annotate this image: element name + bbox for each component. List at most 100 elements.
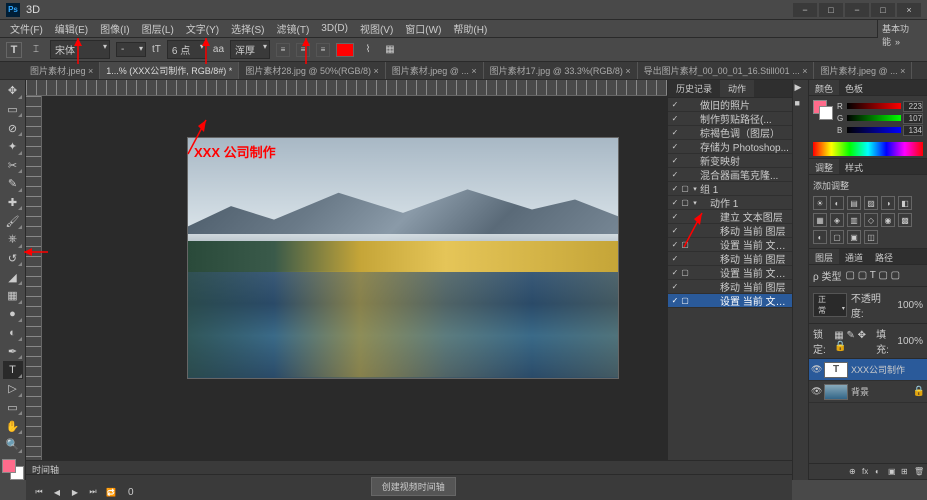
- adjustment-icon[interactable]: ◫: [864, 230, 878, 244]
- stamp-tool[interactable]: ⎈: [3, 231, 23, 249]
- action-row[interactable]: ✓移动 当前 图层: [668, 224, 792, 238]
- blend-mode-dropdown[interactable]: 正常: [813, 293, 847, 317]
- timeline-prev-button[interactable]: ◀: [50, 486, 64, 498]
- menu-文件(F)[interactable]: 文件(F): [4, 19, 49, 38]
- eraser-tool[interactable]: ◢: [3, 268, 23, 286]
- timeline-next-button[interactable]: ⏭: [86, 486, 100, 498]
- document-tab[interactable]: 图片素材.jpeg @ ... ×: [386, 62, 484, 79]
- menu-滤镜(T)[interactable]: 滤镜(T): [271, 19, 316, 38]
- play-button[interactable]: ■: [795, 98, 807, 110]
- minimize2-button[interactable]: −: [845, 3, 869, 17]
- panel-tab-动作[interactable]: 动作: [720, 80, 754, 97]
- brush-tool[interactable]: 🖌: [3, 212, 23, 230]
- font-family-dropdown[interactable]: 宋体: [50, 40, 110, 59]
- minimize-button[interactable]: −: [793, 3, 817, 17]
- action-row[interactable]: ✓移动 当前 图层: [668, 252, 792, 266]
- menu-文字(Y)[interactable]: 文字(Y): [180, 19, 225, 38]
- timeline-loop-button[interactable]: 🔁: [104, 486, 118, 498]
- align-center-button[interactable]: ≡: [296, 43, 310, 57]
- document-tab[interactable]: 导出图片素材_00_00_01_16.Still001 ... ×: [638, 62, 815, 79]
- menu-视图(V)[interactable]: 视图(V): [354, 19, 399, 38]
- adjustment-icon[interactable]: ◐: [830, 196, 844, 210]
- layers-footer-button[interactable]: ▣: [888, 467, 898, 476]
- color-slider-R[interactable]: [847, 103, 901, 109]
- wand-tool[interactable]: ✦: [3, 138, 23, 156]
- action-row[interactable]: ✓▢设置 当前 文本...: [668, 266, 792, 280]
- adjustment-icon[interactable]: ▦: [813, 213, 827, 227]
- shape-tool[interactable]: ▭: [3, 399, 23, 417]
- close-button[interactable]: ×: [897, 3, 921, 17]
- panel-tab-颜色[interactable]: 颜色: [809, 80, 839, 95]
- maximize-button[interactable]: □: [819, 3, 843, 17]
- panel-tab-色板[interactable]: 色板: [839, 80, 869, 95]
- horizontal-ruler[interactable]: [26, 80, 667, 96]
- action-row[interactable]: ✓▢▾动作 1: [668, 196, 792, 210]
- text-color-swatch[interactable]: [336, 43, 354, 57]
- type-tool[interactable]: T: [3, 361, 23, 379]
- document-tab[interactable]: 图片素材28.jpg @ 50%(RGB/8) ×: [239, 62, 385, 79]
- adjustment-icon[interactable]: ▥: [847, 213, 861, 227]
- visibility-icon[interactable]: 👁: [811, 364, 821, 375]
- adjustment-icon[interactable]: ▣: [847, 230, 861, 244]
- color-slider-G[interactable]: [847, 115, 901, 121]
- crop-tool[interactable]: ✂: [3, 157, 23, 175]
- menu-3D(D)[interactable]: 3D(D): [315, 21, 354, 36]
- antialias-dropdown[interactable]: 浑厚: [230, 40, 270, 59]
- path-tool[interactable]: ▷: [3, 380, 23, 398]
- document-tab[interactable]: 1...% (XXX公司制作, RGB/8#) *: [100, 62, 239, 79]
- maximize2-button[interactable]: □: [871, 3, 895, 17]
- font-size-dropdown[interactable]: 6 点: [167, 40, 207, 59]
- panel-tab-历史记录[interactable]: 历史记录: [668, 80, 720, 97]
- timeline-first-button[interactable]: ⏮: [32, 486, 46, 498]
- document-tab[interactable]: 图片素材17.jpg @ 33.3%(RGB/8) ×: [484, 62, 638, 79]
- timeline-tab[interactable]: 时间轴: [26, 461, 792, 475]
- text-orientation-button[interactable]: ⌶: [28, 42, 44, 58]
- color-value-R[interactable]: 223: [903, 101, 923, 112]
- hand-tool[interactable]: ✋: [3, 417, 23, 435]
- workspace-switcher[interactable]: 基本功能: [877, 20, 927, 38]
- history-tool[interactable]: ↺: [3, 250, 23, 268]
- warp-text-button[interactable]: ⌇: [360, 42, 376, 58]
- layer-row[interactable]: 👁背景🔒: [809, 381, 927, 403]
- layers-list[interactable]: 👁TXXX公司制作👁背景🔒: [809, 359, 927, 463]
- adjustment-icon[interactable]: ▨: [864, 196, 878, 210]
- action-row[interactable]: ✓混合器画笔克隆...: [668, 168, 792, 182]
- layers-footer-button[interactable]: 🗑: [914, 467, 924, 476]
- color-value-B[interactable]: 134: [903, 125, 923, 136]
- opacity-value[interactable]: 100%: [897, 300, 923, 311]
- panel-tab-图层[interactable]: 图层: [809, 249, 839, 264]
- font-style-dropdown[interactable]: -: [116, 42, 146, 57]
- heal-tool[interactable]: ✚: [3, 194, 23, 212]
- menu-帮助(H)[interactable]: 帮助(H): [447, 19, 493, 38]
- color-slider-B[interactable]: [847, 127, 901, 133]
- adjustment-icon[interactable]: ◈: [830, 213, 844, 227]
- color-spectrum[interactable]: [813, 142, 923, 156]
- dodge-tool[interactable]: ◐: [3, 324, 23, 342]
- pen-tool[interactable]: ✒: [3, 343, 23, 361]
- action-row[interactable]: ✓▢设置 当前 文本...: [668, 294, 792, 308]
- align-left-button[interactable]: ≡: [276, 43, 290, 57]
- move-tool[interactable]: ✥: [3, 82, 23, 100]
- canvas-image[interactable]: XXX 公司制作: [188, 138, 618, 378]
- menu-图像(I)[interactable]: 图像(I): [94, 19, 135, 38]
- action-row[interactable]: ✓建立 文本图层: [668, 210, 792, 224]
- blur-tool[interactable]: ●: [3, 306, 23, 324]
- eyedropper-tool[interactable]: ✎: [3, 175, 23, 193]
- panel-tab-通道[interactable]: 通道: [839, 249, 869, 264]
- foreground-background-colors[interactable]: [2, 459, 24, 481]
- color-swatch-pair[interactable]: [813, 100, 833, 120]
- canvas-viewport[interactable]: XXX 公司制作: [42, 96, 667, 462]
- lasso-tool[interactable]: ⊘: [3, 119, 23, 137]
- action-row[interactable]: ✓制作剪贴路径(...: [668, 112, 792, 126]
- action-row[interactable]: ✓存储为 Photoshop...: [668, 140, 792, 154]
- adjustment-icon[interactable]: ◇: [864, 213, 878, 227]
- zoom-tool[interactable]: 🔍: [3, 436, 23, 454]
- marquee-tool[interactable]: ▭: [3, 101, 23, 119]
- vertical-ruler[interactable]: [26, 96, 42, 480]
- action-row[interactable]: ✓新变映射: [668, 154, 792, 168]
- create-timeline-button[interactable]: 创建视频时间轴: [371, 477, 456, 496]
- adjustment-icon[interactable]: ◉: [881, 213, 895, 227]
- adjustment-icon[interactable]: ◐: [813, 230, 827, 244]
- play-button[interactable]: ▶: [795, 82, 807, 94]
- actions-list[interactable]: ✓做旧的照片✓制作剪贴路径(...✓棕褐色调（图层）✓存储为 Photoshop…: [668, 98, 792, 464]
